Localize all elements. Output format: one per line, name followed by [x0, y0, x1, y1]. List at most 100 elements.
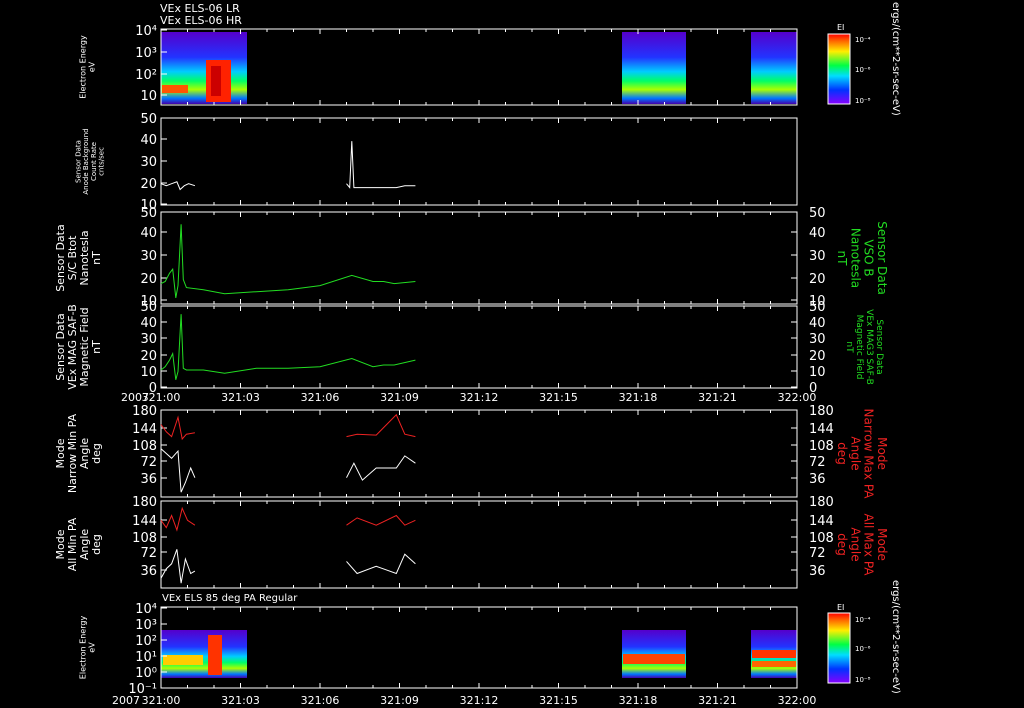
all-max-pa-line: [160, 506, 196, 532]
y-tick-label: 10⁰: [135, 666, 157, 681]
panel-5-right-label: ModeNarrow Max PAAngledeg: [835, 409, 889, 500]
panel-6-ylabel: ModeAll Min PAAngledeg: [54, 517, 103, 571]
y-tick-label-right: 40: [809, 316, 826, 331]
right-label-line: Angle: [848, 436, 862, 470]
y-tick-label-right: 10: [809, 365, 826, 380]
x-tick-label: 322:00: [778, 391, 817, 404]
panel-1-ylabel: Electron EnergyeV: [79, 35, 97, 99]
y-tick-label: 10²: [135, 68, 157, 83]
y-tick-label-right: 40: [809, 226, 826, 241]
y-tick-label: 20: [140, 272, 157, 287]
colorbar-2-title: EI: [837, 603, 844, 612]
x-tick-label: 321:15: [539, 694, 578, 707]
all-max-pa-line: [346, 514, 416, 526]
y-tick-label-right: 20: [809, 349, 826, 364]
mag-field-line: [160, 314, 416, 380]
colorbar-2: EI 10⁻⁴ 10⁻⁶ 10⁻⁸: [827, 603, 871, 684]
y-tick-label: 108: [132, 439, 157, 454]
x-tick-label: 321:06: [301, 391, 340, 404]
right-label-line: Nanotesla: [848, 228, 862, 288]
x-tick-label: 321:00: [142, 694, 181, 707]
y-tick-label-right: 36: [809, 472, 826, 487]
y-tick-label: 20: [140, 177, 157, 192]
spectrogram-figure: VEx ELS-06 LR VEx ELS-06 HR EI 10⁻⁴ 10⁻⁶…: [54, 2, 901, 707]
y-tick-label-right: 108: [809, 439, 834, 454]
background-count-line: [346, 141, 416, 189]
panel-frames: [160, 28, 798, 689]
y-tick-label: 40: [140, 133, 157, 148]
colorbar-2-tick-2: 10⁻⁸: [855, 676, 871, 684]
y-tick-label: 10: [140, 365, 157, 380]
y-tick-label: 10: [140, 89, 157, 104]
y-tick-label-right: 180: [809, 404, 834, 419]
y-tick-label: 50: [140, 300, 157, 315]
y-tick-label: 180: [132, 404, 157, 419]
panel-3-ylabel: Sensor DataS/C BtotNanoteslanT: [54, 224, 103, 291]
x-tick-label: 321:18: [619, 391, 658, 404]
colorbar-1-tick-0: 10⁻⁴: [855, 36, 871, 44]
y-tick-label: 40: [140, 316, 157, 331]
right-label-line: Sensor Data: [874, 319, 884, 374]
x-tick-label: 321:00: [142, 391, 181, 404]
ylabel-line: Electron Energy: [79, 35, 88, 99]
x-tick-label: 321:03: [221, 694, 260, 707]
y-tick-label-right: 36: [809, 564, 826, 579]
ylabel-line: Magnetic Field: [78, 307, 91, 386]
y-tick-label-right: 144: [809, 422, 834, 437]
y-tick-label-right: 144: [809, 514, 834, 529]
panel-7-frame: [160, 606, 798, 689]
y-tick-label-right: 72: [809, 455, 826, 470]
y-tick-label: 50: [140, 206, 157, 221]
right-label-line: deg: [835, 442, 849, 465]
panel-4-ylabel: Sensor DataVEx MAG SAF-BMagnetic FieldnT: [54, 304, 103, 390]
y-tick-label: 72: [140, 455, 157, 470]
panel-5-ylabel: ModeNarrow Min PAAngledeg: [54, 413, 103, 493]
narrow-min-pa-line: [346, 455, 416, 481]
y-tick-label-right: 30: [809, 249, 826, 264]
ylabel-line: nT: [90, 340, 103, 354]
x-tick-label: 321:12: [460, 391, 499, 404]
panel1-heatmap: [161, 32, 797, 104]
ylabel-line: eV: [87, 61, 96, 72]
narrow-min-pa-line: [160, 448, 196, 493]
right-label-line: Narrow Max PA: [862, 409, 876, 500]
y-tick-label-right: 180: [809, 495, 834, 510]
y-tick-label: 72: [140, 546, 157, 561]
panel-2-frame: [160, 117, 798, 206]
right-label-line: All Max PA: [862, 514, 876, 577]
ylabel-line: Mode: [54, 438, 67, 468]
right-label-line: Mode: [875, 528, 889, 561]
ylabel-line: Angle: [78, 529, 91, 561]
right-label-line: Magnetic Field: [854, 315, 864, 380]
right-label-line: VEx MAG3 SAF-B: [864, 309, 874, 385]
ylabel-line: eV: [87, 642, 96, 653]
ylabel-line: Electron Energy: [79, 616, 88, 680]
ylabel-line: All Min PA: [66, 517, 79, 571]
y-tick-label: 36: [140, 564, 157, 579]
ylabel-line: S/C Btot: [66, 235, 79, 280]
colorbar-1: EI 10⁻⁴ 10⁻⁶ 10⁻⁸: [827, 23, 871, 105]
all-min-pa-line: [346, 553, 416, 575]
y-tick-label: 20: [140, 349, 157, 364]
y-tick-label: 144: [132, 514, 157, 529]
y-tick-label: 40: [140, 226, 157, 241]
right-label-line: Mode: [875, 437, 889, 470]
x-tick-label: 321:12: [460, 694, 499, 707]
colorbar-1-units: ergs/(cm**2-sr-sec-eV): [890, 2, 901, 116]
ylabel-line: Nanotesla: [78, 230, 91, 285]
ylabel-line: nT: [90, 251, 103, 265]
ylabel-line: VEx MAG SAF-B: [66, 304, 79, 390]
y-tick-label: 108: [132, 531, 157, 546]
x-tick-label: 321:18: [619, 694, 658, 707]
right-label-line: nT: [835, 251, 849, 267]
right-label-line: nT: [844, 341, 854, 353]
panel-6-right-label: ModeAll Max PAAngledeg: [835, 514, 889, 577]
panel7-heatmap: [161, 630, 797, 678]
right-label-line: deg: [835, 533, 849, 556]
y-tick-label-right: 72: [809, 546, 826, 561]
panel-4-right-label: Sensor DataVEx MAG3 SAF-BMagnetic Fieldn…: [844, 309, 884, 385]
x-tick-label: 321:21: [698, 694, 737, 707]
ylabel-line: deg: [90, 443, 103, 464]
panel-7-ylabel: Electron EnergyeV: [79, 616, 97, 680]
x-tick-label: 321:15: [539, 391, 578, 404]
